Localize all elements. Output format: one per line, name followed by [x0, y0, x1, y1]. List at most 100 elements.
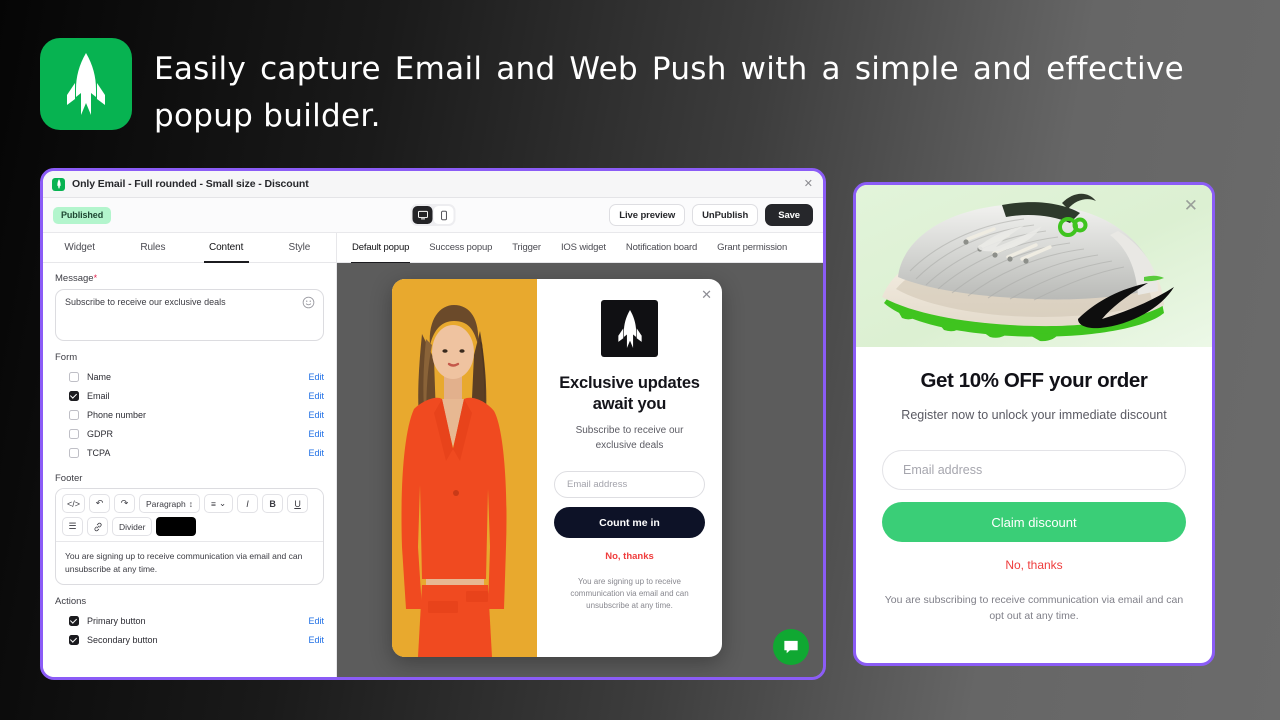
- form-field-label: Phone number: [87, 409, 147, 420]
- preview-canvas: ✕ Exclusive updates await you Subscribe …: [337, 263, 823, 677]
- popup-heading: Exclusive updates await you: [559, 374, 700, 413]
- save-button[interactable]: Save: [765, 204, 813, 226]
- checkbox-tcpa[interactable]: [69, 447, 79, 458]
- popup-secondary-button[interactable]: No, thanks: [605, 551, 654, 562]
- promo-email-input[interactable]: Email address: [882, 450, 1186, 490]
- editor-subtabs: Widget Rules Content Style: [43, 233, 336, 263]
- subtab-widget[interactable]: Widget: [43, 233, 116, 262]
- text-color-swatch[interactable]: [156, 517, 197, 536]
- chat-bubble-icon[interactable]: [773, 629, 809, 665]
- live-preview-button[interactable]: Live preview: [609, 204, 686, 226]
- preview-panel: Default popup Success popup Trigger IOS …: [337, 233, 823, 677]
- popup-content: ✕ Exclusive updates await you Subscribe …: [537, 279, 722, 657]
- divider-button[interactable]: Divider: [112, 517, 153, 536]
- hero-banner: Easily capture Email and Web Push with a…: [40, 38, 1220, 140]
- subtab-style[interactable]: Style: [263, 233, 336, 262]
- footer-section-title: Footer: [55, 473, 83, 484]
- promo-popup-window: ✕ Get 10% OFF your order Register now to…: [853, 182, 1215, 666]
- woman-in-orange-suit-photo: [392, 279, 537, 657]
- edit-link-tcpa[interactable]: Edit: [308, 448, 324, 458]
- checkbox-secondary-button[interactable]: [69, 634, 79, 645]
- popup-fine-print: You are signing up to receive communicat…: [570, 577, 689, 611]
- rocket-icon: [56, 179, 61, 189]
- popup-preview-card: ✕ Exclusive updates await you Subscribe …: [392, 279, 722, 657]
- popup-builder-window: Only Email - Full rounded - Small size -…: [40, 168, 826, 680]
- edit-link-phone[interactable]: Edit: [308, 410, 324, 420]
- tab-ios-widget[interactable]: IOS widget: [552, 233, 615, 263]
- edit-link-primary[interactable]: Edit: [308, 616, 324, 626]
- desktop-icon[interactable]: [412, 206, 433, 224]
- emoji-smiley-icon[interactable]: [302, 296, 315, 309]
- edit-link-name[interactable]: Edit: [308, 372, 324, 382]
- window-titlebar: Only Email - Full rounded - Small size -…: [43, 171, 823, 198]
- edit-link-gdpr[interactable]: Edit: [308, 429, 324, 439]
- checkbox-primary-button[interactable]: [69, 615, 79, 626]
- action-label: Primary button: [87, 615, 146, 626]
- code-icon[interactable]: </>: [62, 494, 86, 513]
- app-logo: [40, 38, 132, 130]
- preview-tabs: Default popup Success popup Trigger IOS …: [337, 233, 823, 264]
- form-field-label: TCPA: [87, 447, 111, 458]
- tab-notification-board[interactable]: Notification board: [617, 233, 706, 263]
- list-icon[interactable]: ☰: [62, 517, 83, 536]
- rocket-icon: [617, 309, 642, 348]
- checkbox-gdpr[interactable]: [69, 428, 79, 439]
- tab-trigger[interactable]: Trigger: [503, 233, 550, 263]
- tab-grant-permission[interactable]: Grant permission: [708, 233, 796, 263]
- promo-heading: Get 10% OFF your order: [920, 369, 1148, 392]
- action-primary-button[interactable]: Primary button Edit: [55, 611, 324, 630]
- paragraph-select[interactable]: Paragraph ↕: [139, 494, 200, 513]
- chevron-down-icon: ⌄: [218, 498, 227, 508]
- close-icon[interactable]: ✕: [804, 178, 813, 190]
- undo-icon[interactable]: ↶: [89, 494, 111, 513]
- promo-primary-button[interactable]: Claim discount: [882, 502, 1186, 542]
- rte-toolbar: </> ↶ ↷ Paragraph ↕ ≡ ⌄ I B U ☰ Divider: [56, 489, 323, 542]
- checkbox-phone-number[interactable]: [69, 409, 79, 420]
- bold-icon[interactable]: B: [262, 494, 284, 513]
- status-badge: Published: [53, 206, 112, 224]
- form-field-label: GDPR: [87, 428, 114, 439]
- footer-text-value[interactable]: You are signing up to receive communicat…: [56, 542, 323, 584]
- paragraph-select-label: Paragraph: [146, 498, 186, 509]
- close-icon[interactable]: ✕: [1184, 197, 1198, 214]
- hero-headline: Easily capture Email and Web Push with a…: [154, 51, 1184, 135]
- promo-subheading: Register now to unlock your immediate di…: [901, 408, 1167, 422]
- form-field-name[interactable]: Name Edit: [55, 367, 324, 386]
- promo-secondary-button[interactable]: No, thanks: [1005, 558, 1062, 572]
- form-field-tcpa[interactable]: TCPA Edit: [55, 443, 324, 462]
- underline-icon[interactable]: U: [287, 494, 309, 513]
- unpublish-button[interactable]: UnPublish: [692, 204, 759, 226]
- message-label-text: Message: [55, 273, 94, 284]
- tab-success-popup[interactable]: Success popup: [420, 233, 501, 263]
- mobile-icon[interactable]: [433, 206, 454, 224]
- message-label: Message*: [55, 273, 324, 284]
- redo-icon[interactable]: ↷: [114, 494, 136, 513]
- subtab-rules[interactable]: Rules: [116, 233, 189, 262]
- builder-toolbar: Published Live preview UnPublish Save: [43, 198, 823, 233]
- italic-icon[interactable]: I: [237, 494, 259, 513]
- align-icon[interactable]: ≡ ⌄: [203, 494, 234, 513]
- link-icon[interactable]: [87, 517, 108, 536]
- promo-fine-print: You are subscribing to receive communica…: [884, 594, 1184, 623]
- edit-link-secondary[interactable]: Edit: [308, 635, 324, 645]
- footer-rich-text-editor: </> ↶ ↷ Paragraph ↕ ≡ ⌄ I B U ☰ Divider …: [55, 488, 324, 586]
- subtab-content[interactable]: Content: [190, 233, 263, 263]
- form-field-email[interactable]: Email Edit: [55, 386, 324, 405]
- form-field-gdpr[interactable]: GDPR Edit: [55, 424, 324, 443]
- checkbox-name[interactable]: [69, 371, 79, 382]
- toolbar-actions: Live preview UnPublish Save: [609, 204, 813, 226]
- chevron-updown-icon: ↕: [188, 498, 193, 509]
- message-textarea[interactable]: Subscribe to receive our exclusive deals: [55, 289, 324, 341]
- popup-email-input[interactable]: Email address: [554, 471, 705, 499]
- titlebar-app-icon: [52, 177, 65, 191]
- action-secondary-button[interactable]: Secondary button Edit: [55, 630, 324, 649]
- actions-section-title: Actions: [55, 596, 87, 608]
- required-marker: *: [93, 273, 98, 283]
- form-field-phone[interactable]: Phone number Edit: [55, 405, 324, 424]
- popup-primary-button[interactable]: Count me in: [554, 507, 705, 539]
- close-icon[interactable]: ✕: [701, 288, 712, 301]
- tab-default-popup[interactable]: Default popup: [343, 233, 418, 264]
- message-value: Subscribe to receive our exclusive deals: [65, 297, 226, 307]
- edit-link-email[interactable]: Edit: [308, 391, 324, 401]
- checkbox-email[interactable]: [69, 390, 79, 401]
